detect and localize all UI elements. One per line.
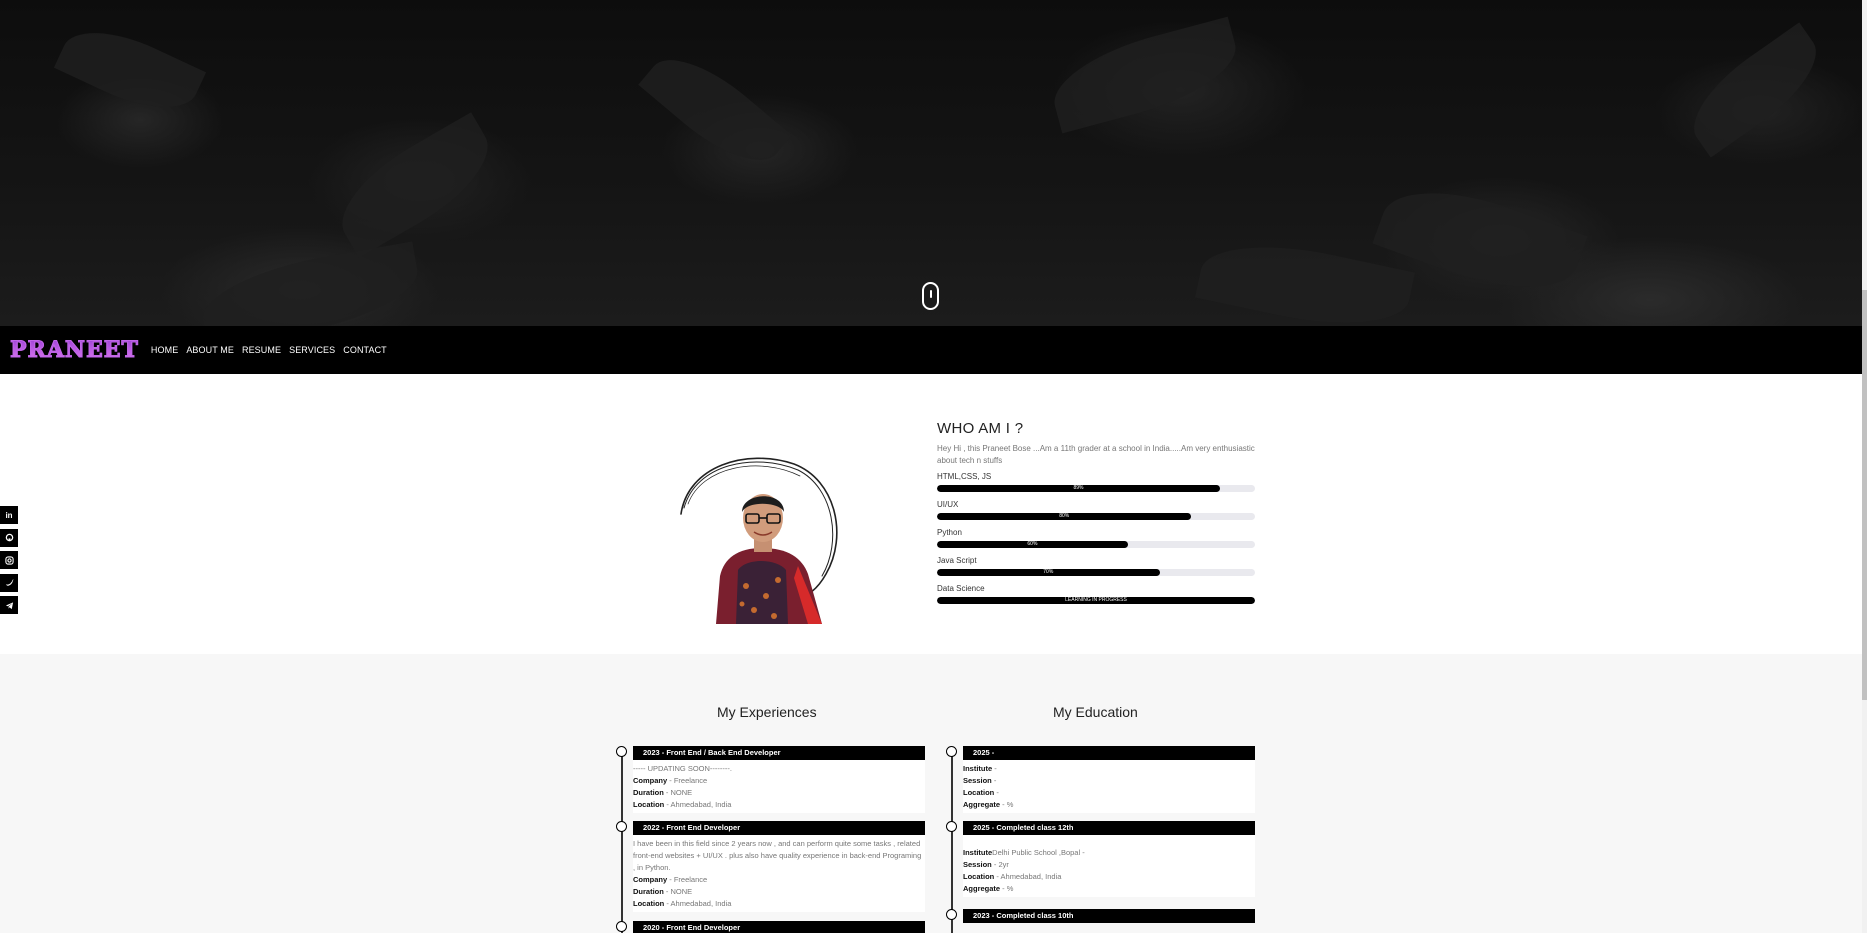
field-label: Duration [633, 788, 664, 797]
nav-link-contact[interactable]: CONTACT [343, 345, 387, 355]
skill-progress-bar: 70% [937, 569, 1255, 576]
education-title: My Education [1053, 704, 1138, 720]
location-value: Ahmedabad, India [1000, 872, 1062, 881]
nav-link-about[interactable]: ABOUT ME [186, 345, 234, 355]
entry-heading: 2020 - Front End Developer [633, 921, 925, 933]
field-label: Location [963, 788, 995, 797]
duration-value: NONE [670, 887, 693, 896]
scrollbar-thumb[interactable] [1862, 290, 1867, 700]
skill-label: Java Script [937, 556, 977, 565]
timeline-dot [946, 909, 957, 920]
github-icon[interactable] [0, 528, 18, 547]
nav-links: HOME ABOUT ME RESUME SERVICES CONTACT [151, 345, 395, 355]
field-label: Company [633, 875, 668, 884]
entry-heading: 2025 - [963, 746, 1255, 760]
field-label: Aggregate [963, 884, 1001, 893]
company-value: Freelance [673, 776, 708, 785]
social-sidebar: in [0, 506, 18, 619]
field-label: Duration [633, 887, 664, 896]
entry-heading: 2022 - Front End Developer [633, 821, 925, 835]
field-label: Aggregate [963, 800, 1001, 809]
entry-heading: 2025 - Completed class 12th [963, 821, 1255, 835]
skill-progress-bar: 60% [937, 541, 1255, 548]
leaf-decoration [638, 38, 792, 182]
nav-link-home[interactable]: HOME [151, 345, 178, 355]
duration-value: NONE [670, 788, 693, 797]
entry-description: I have been in this field since 2 years … [633, 839, 922, 872]
education-entry: 2025 - Institute - Session - Location - … [963, 746, 1255, 813]
page-scrollbar[interactable] [1862, 0, 1867, 933]
navbar: PRANEET HOME ABOUT ME RESUME SERVICES CO… [0, 326, 1862, 374]
location-value: Ahmedabad, India [670, 800, 732, 809]
skill-progress-bar: LEARNING IN PROGRESS [937, 597, 1255, 604]
linkedin-icon[interactable]: in [0, 506, 18, 524]
leaf-decoration [53, 13, 207, 127]
field-label: Session [963, 860, 992, 869]
education-entry: 2025 - Completed class 12th InstituteDel… [963, 821, 1255, 897]
hero-banner [0, 0, 1862, 326]
field-label: Location [633, 800, 665, 809]
site-logo[interactable]: PRANEET [10, 337, 139, 364]
timeline-dot [946, 821, 957, 832]
skill-label: Data Science [937, 584, 985, 593]
experience-title: My Experiences [717, 704, 817, 720]
skill-progress-fill: 89% [937, 485, 1221, 492]
experience-entry: 2020 - Front End Developer [633, 921, 925, 933]
leaf-decoration [1044, 16, 1246, 134]
company-value: Freelance [673, 875, 708, 884]
skill-label: UI/UX [937, 500, 959, 509]
aggregate-value: % [1006, 800, 1014, 809]
twitter-icon[interactable] [0, 573, 18, 592]
experience-entry: 2023 - Front End / Back End Developer --… [633, 746, 925, 813]
scroll-down-icon[interactable] [922, 282, 939, 310]
experience-entry: 2022 - Front End Developer I have been i… [633, 821, 925, 912]
skill-progress-fill: 70% [937, 569, 1160, 576]
entry-heading: 2023 - Front End / Back End Developer [633, 746, 925, 760]
skill-progress-bar: 80% [937, 513, 1255, 520]
skill-progress-fill: LEARNING IN PROGRESS [937, 597, 1255, 604]
field-label: Company [633, 776, 668, 785]
timeline-line [951, 752, 953, 933]
about-intro: Hey Hi , this Praneet Bose ...Am a 11th … [937, 444, 1255, 465]
field-label: Location [963, 872, 995, 881]
skill-progress-fill: 80% [937, 513, 1192, 520]
instagram-icon[interactable] [0, 551, 18, 569]
entry-heading: 2023 - Completed class 10th [963, 909, 1255, 923]
timeline-dot [616, 921, 627, 932]
skill-progress-fill: 60% [937, 541, 1128, 548]
timeline-line [621, 752, 623, 933]
field-label: Institute [963, 848, 993, 857]
about-section: WHO AM I ? Hey Hi , this Praneet Bose ..… [937, 420, 1257, 604]
field-label: Institute [963, 764, 993, 773]
institute-value: Delhi Public School ,Bopal - [992, 848, 1085, 857]
field-label: Session [963, 776, 992, 785]
timeline-dot [616, 746, 627, 757]
skill-label: HTML,CSS, JS [937, 472, 992, 481]
session-value: 2yr [998, 860, 1009, 869]
field-label: Location [633, 899, 665, 908]
leaf-decoration [323, 112, 507, 258]
leaf-decoration [195, 241, 425, 326]
resume-section [0, 654, 1862, 933]
skill-label: Python [937, 528, 962, 537]
telegram-icon[interactable] [0, 596, 18, 614]
aggregate-value: % [1006, 884, 1014, 893]
education-entry: 2023 - Completed class 10th [963, 909, 1255, 923]
profile-portrait [676, 446, 848, 624]
leaf-decoration [1676, 22, 1834, 158]
about-title: WHO AM I ? [937, 420, 1024, 437]
entry-description: ----- UPDATING SOON--------. [633, 764, 733, 773]
nav-link-resume[interactable]: RESUME [242, 345, 281, 355]
nav-link-services[interactable]: SERVICES [289, 345, 335, 355]
skill-progress-bar: 89% [937, 485, 1255, 492]
timeline-dot [946, 746, 957, 757]
timeline-dot [616, 821, 627, 832]
location-value: Ahmedabad, India [670, 899, 732, 908]
